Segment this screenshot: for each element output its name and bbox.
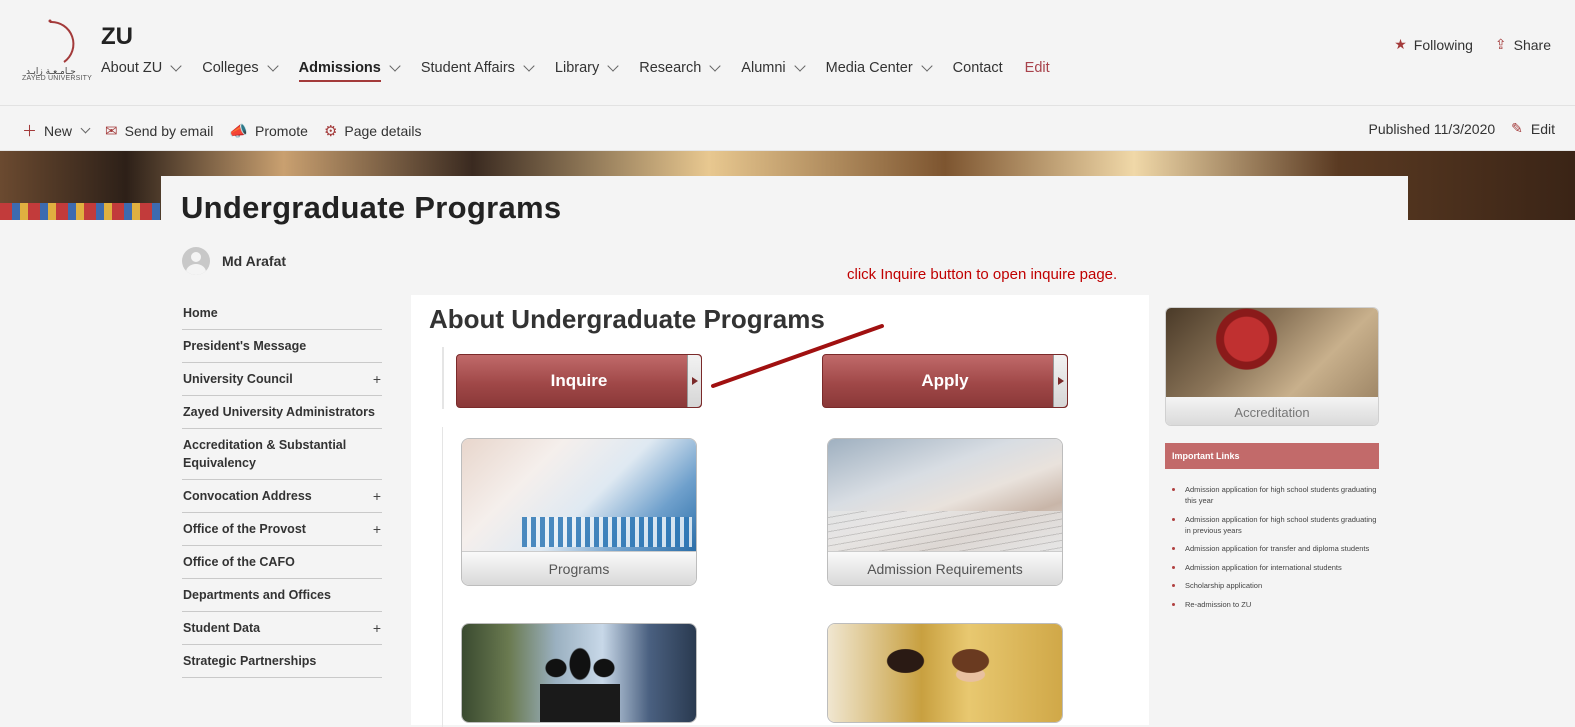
chevron-down-icon	[523, 60, 535, 72]
inquire-button[interactable]: Inquire	[456, 354, 702, 408]
students-tile[interactable]	[461, 623, 697, 723]
page-author[interactable]: Md Arafat	[182, 247, 286, 275]
banner-strip	[0, 203, 160, 220]
leftnav-item-student-data[interactable]: Student Data +	[182, 612, 382, 645]
nav-student-affairs[interactable]: Student Affairs	[421, 60, 535, 76]
important-link[interactable]: Admission application for international …	[1165, 562, 1379, 573]
tile-caption: Programs	[462, 551, 696, 585]
command-bar: ＋ New ✉ Send by email 📣 Promote ⚙ Page detai…	[0, 107, 1575, 151]
tile-caption: Accreditation	[1166, 397, 1378, 425]
nav-alumni[interactable]: Alumni	[741, 60, 806, 76]
study-image	[828, 624, 1062, 722]
new-button[interactable]: ＋ New	[22, 120, 91, 141]
left-navigation: Home President's Message University Coun…	[182, 297, 382, 678]
nav-contact[interactable]: Contact	[953, 60, 1003, 76]
gear-icon: ⚙	[323, 122, 338, 140]
chevron-down-icon	[921, 60, 933, 72]
megaphone-icon: 📣	[229, 122, 249, 140]
pencil-icon: ✎	[1511, 120, 1523, 136]
leftnav-item-accreditation[interactable]: Accreditation & Substantial Equivalency	[182, 429, 382, 480]
admission-requirements-tile[interactable]: Admission Requirements	[827, 438, 1063, 586]
chevron-down-icon	[793, 60, 806, 72]
leftnav-item-university-council[interactable]: University Council +	[182, 363, 382, 396]
leftnav-item-convocation-address[interactable]: Convocation Address +	[182, 480, 382, 513]
study-tile[interactable]	[827, 623, 1063, 723]
top-navigation: About ZU Colleges Admissions Student Aff…	[101, 58, 1072, 82]
chevron-down-icon	[709, 60, 721, 72]
important-link[interactable]: Admission application for transfer and d…	[1165, 543, 1379, 554]
site-title[interactable]: ZU	[101, 23, 133, 51]
edit-page-button[interactable]: Edit	[1531, 121, 1555, 137]
important-link[interactable]: Admission application for high school st…	[1165, 484, 1379, 506]
nav-library[interactable]: Library	[555, 60, 619, 76]
annotation-text: click Inquire button to open inquire pag…	[847, 266, 1118, 283]
arrow-right-icon	[687, 355, 701, 407]
published-status: Published 11/3/2020	[1368, 120, 1496, 137]
mail-icon: ✉	[105, 122, 118, 140]
nav-edit-link[interactable]: Edit	[1025, 60, 1050, 76]
avatar	[182, 247, 210, 275]
divider	[442, 427, 443, 727]
plus-icon: ＋	[22, 123, 38, 140]
share-icon: ⇪	[1494, 36, 1507, 52]
logo-text: ZAYED UNIVERSITY	[22, 75, 92, 82]
chevron-down-icon	[267, 60, 279, 72]
nav-admissions[interactable]: Admissions	[298, 60, 401, 82]
accreditation-tile[interactable]: Accreditation	[1165, 307, 1379, 426]
annotation-arrow	[711, 324, 884, 388]
important-links-list: Admission application for high school st…	[1165, 484, 1379, 617]
admission-requirements-image	[828, 439, 1062, 551]
leftnav-item-home[interactable]: Home	[182, 297, 382, 330]
chevron-down-icon	[389, 60, 401, 72]
promote-button[interactable]: 📣 Promote	[229, 122, 308, 140]
important-link[interactable]: Scholarship application	[1165, 580, 1379, 591]
important-links-heading: Important Links	[1165, 443, 1379, 469]
expand-icon[interactable]: +	[373, 520, 381, 538]
share-button[interactable]: ⇪ Share	[1495, 36, 1551, 53]
wax-seal-image	[1166, 308, 1378, 397]
arrow-right-icon	[1053, 355, 1067, 407]
tile-caption: Admission Requirements	[828, 551, 1062, 585]
send-by-email-button[interactable]: ✉ Send by email	[105, 122, 213, 140]
following-button[interactable]: ★ Following	[1394, 36, 1473, 53]
programs-image	[462, 439, 696, 551]
expand-icon[interactable]: +	[373, 487, 381, 505]
nav-research[interactable]: Research	[639, 60, 721, 76]
nav-media-center[interactable]: Media Center	[826, 60, 933, 76]
leftnav-item-office-of-provost[interactable]: Office of the Provost +	[182, 513, 382, 546]
leftnav-item-administrators[interactable]: Zayed University Administrators	[182, 396, 382, 429]
nav-colleges[interactable]: Colleges	[202, 60, 279, 76]
page-title: Undergraduate Programs	[181, 190, 562, 225]
chevron-down-icon	[607, 60, 619, 72]
students-image	[462, 624, 696, 722]
divider	[442, 347, 444, 409]
expand-icon[interactable]: +	[373, 370, 381, 388]
follow-share-bar: ★ Following ⇪ Share	[1372, 36, 1551, 53]
leftnav-item-strategic-partnerships[interactable]: Strategic Partnerships	[182, 645, 382, 678]
page-details-button[interactable]: ⚙ Page details	[324, 122, 422, 140]
leftnav-item-office-of-cafo[interactable]: Office of the CAFO	[182, 546, 382, 579]
nav-about-zu[interactable]: About ZU	[101, 60, 182, 76]
expand-icon[interactable]: +	[373, 619, 381, 637]
important-link[interactable]: Re-admission to ZU	[1165, 599, 1379, 610]
site-header: جـامـعـة زايـد ZAYED UNIVERSITY ZU About…	[0, 0, 1575, 106]
author-name: Md Arafat	[222, 253, 287, 269]
star-icon: ★	[1394, 36, 1407, 52]
leftnav-item-departments[interactable]: Departments and Offices	[182, 579, 382, 612]
chevron-down-icon	[170, 60, 182, 72]
chevron-down-icon	[80, 123, 91, 134]
leftnav-item-presidents-message[interactable]: President's Message	[182, 330, 382, 363]
important-link[interactable]: Admission application for high school st…	[1165, 514, 1379, 536]
programs-tile[interactable]: Programs	[461, 438, 697, 586]
